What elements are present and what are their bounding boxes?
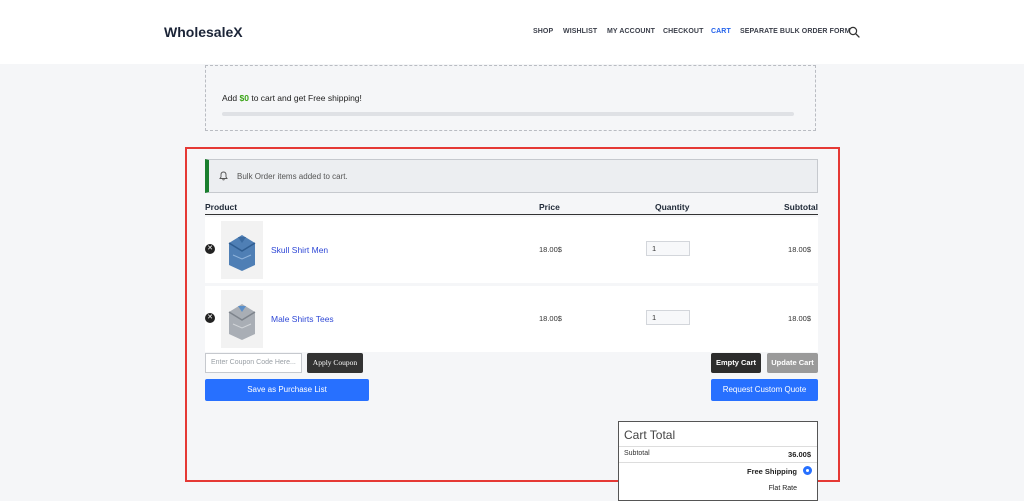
product-name-link[interactable]: Male Shirts Tees [271,314,334,324]
site-header: WholesaleX SHOP WISHLIST MY ACCOUNT CHEC… [0,0,1024,64]
empty-cart-button[interactable]: Empty Cart [711,353,761,373]
product-subtotal: 18.00$ [788,314,811,323]
cart-notice: Bulk Order items added to cart. [205,159,818,193]
save-purchase-list-button[interactable]: Save as Purchase List [205,379,369,401]
quantity-input[interactable]: 1 [646,310,690,325]
quantity-input[interactable]: 1 [646,241,690,256]
subtotal-value: 36.00$ [788,450,811,459]
product-subtotal: 18.00$ [788,245,811,254]
subtotal-label: Subtotal [624,450,650,457]
table-row: ✕ Male Shirts Tees 18.00$ 1 18.00$ [205,286,818,352]
free-shipping-text: Add $0 to cart and get Free shipping! [222,93,362,103]
shipping-progress-bar [222,112,794,116]
remove-item-icon[interactable]: ✕ [205,244,215,254]
nav-cart[interactable]: CART [711,28,731,35]
table-header-divider [205,214,818,215]
product-name-link[interactable]: Skull Shirt Men [271,245,328,255]
site-logo[interactable]: WholesaleX [164,24,243,40]
product-price: 18.00$ [539,245,562,254]
product-thumbnail[interactable] [221,290,263,348]
bell-icon [219,171,228,181]
divider [619,446,817,447]
nav-wishlist[interactable]: WISHLIST [563,28,597,35]
apply-coupon-button[interactable]: Apply Coupon [307,353,363,373]
product-thumbnail[interactable] [221,221,263,279]
remove-item-icon[interactable]: ✕ [205,313,215,323]
table-row: ✕ Skull Shirt Men 18.00$ 1 18.00$ [205,217,818,283]
product-price: 18.00$ [539,314,562,323]
nav-bulk-order-form[interactable]: SEPARATE BULK ORDER FORM [740,28,851,35]
free-shipping-radio[interactable] [803,466,812,475]
free-shipping-banner: Add $0 to cart and get Free shipping! [205,65,816,131]
cart-total-title: Cart Total [624,428,676,442]
update-cart-button[interactable]: Update Cart [767,353,818,373]
nav-shop[interactable]: SHOP [533,28,553,35]
flat-rate-label: Flat Rate [768,485,797,492]
header-price: Price [539,202,560,212]
search-icon[interactable] [848,26,860,38]
request-custom-quote-button[interactable]: Request Custom Quote [711,379,818,401]
cart-total-panel: Cart Total Subtotal 36.00$ Free Shipping… [618,421,818,501]
free-shipping-label: Free Shipping [746,467,797,476]
header-quantity: Quantity [655,202,690,212]
coupon-code-input[interactable]: Enter Coupon Code Here... [205,353,302,373]
nav-checkout[interactable]: CHECKOUT [663,28,703,35]
header-subtotal: Subtotal [784,202,818,212]
notice-text: Bulk Order items added to cart. [237,172,348,181]
shipping-amount: $0 [239,93,249,103]
nav-my-account[interactable]: MY ACCOUNT [607,28,655,35]
header-product: Product [205,202,238,212]
divider [619,462,817,463]
